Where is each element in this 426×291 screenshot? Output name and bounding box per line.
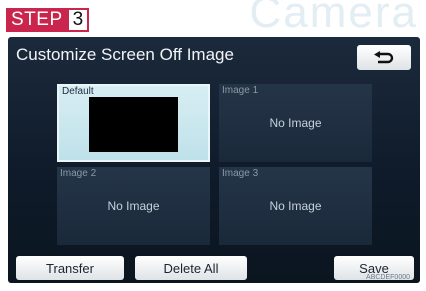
transfer-button[interactable]: Transfer	[16, 256, 124, 280]
background-watermark-text: Camera	[249, 0, 418, 37]
return-arrow-icon	[374, 50, 394, 63]
no-image-text: No Image	[269, 199, 322, 213]
image-tile-default[interactable]: Default	[57, 84, 210, 162]
no-image-text: No Image	[107, 199, 160, 213]
image-tile-image-3[interactable]: Image 3 No Image	[219, 167, 372, 245]
no-image-text: No Image	[269, 116, 322, 130]
step-badge: STEP 3	[6, 8, 90, 32]
tile-label: Image 3	[222, 168, 259, 179]
step-label: STEP	[6, 8, 67, 32]
figure-code: ABCDEF0000	[366, 274, 410, 281]
image-tile-image-2[interactable]: Image 2 No Image	[57, 167, 210, 245]
default-image-preview	[89, 97, 178, 152]
page-title: Customize Screen Off Image	[16, 45, 234, 64]
step-number: 3	[66, 8, 90, 32]
tile-label: Image 1	[222, 85, 259, 96]
back-button[interactable]	[357, 45, 411, 70]
tile-label: Image 2	[60, 168, 97, 179]
tile-label: Default	[62, 86, 94, 97]
display-screen: Customize Screen Off Image Default Image…	[8, 37, 420, 283]
image-tile-image-1[interactable]: Image 1 No Image	[219, 84, 372, 162]
delete-all-button[interactable]: Delete All	[135, 256, 247, 280]
